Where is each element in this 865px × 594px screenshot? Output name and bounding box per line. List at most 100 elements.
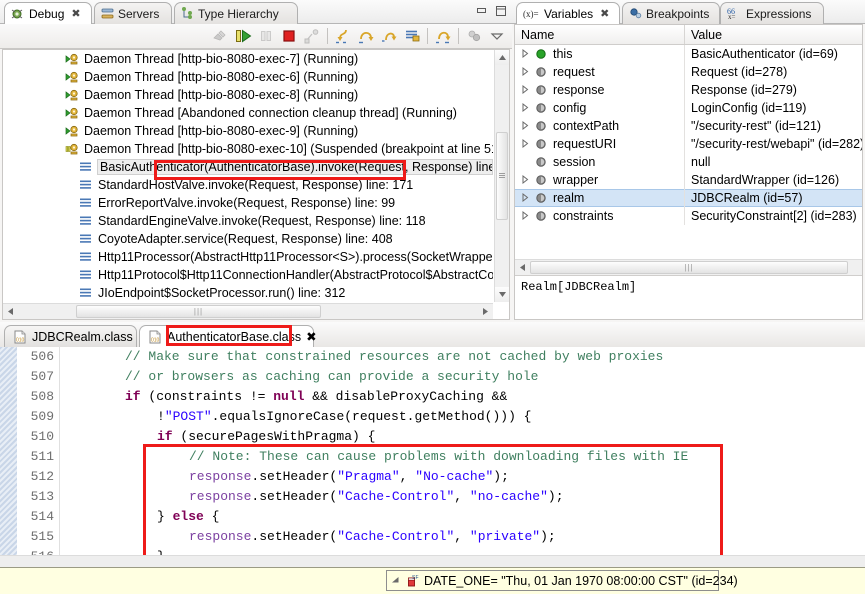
code-line[interactable]: // Make sure that constrained resources …: [61, 347, 865, 367]
scroll-right-icon[interactable]: [478, 304, 493, 319]
code-line[interactable]: response.setHeader("Cache-Control", "pri…: [61, 527, 865, 547]
scroll-down-icon[interactable]: [495, 287, 509, 302]
debug-tree[interactable]: Daemon Thread [http-bio-8080-exec-7] (Ru…: [2, 49, 510, 320]
stackframe-icon: [79, 269, 93, 281]
code-line[interactable]: // or browsers as caching can provide a …: [61, 367, 865, 387]
debug-tree-row[interactable]: CoyoteAdapter.service(Request, Response)…: [3, 230, 493, 248]
variables-row-name: this: [553, 47, 573, 61]
debug-tree-row[interactable]: JIoEndpoint$SocketProcessor.run() line: …: [3, 284, 493, 302]
debug-tree-row[interactable]: Http11Processor(AbstractHttp11Processor<…: [3, 248, 493, 266]
scroll-left-icon[interactable]: [3, 304, 18, 319]
debug-tree-row[interactable]: Daemon Thread [Abandoned connection clea…: [3, 104, 493, 122]
debug-tree-row[interactable]: StandardEngineValve.invoke(Request, Resp…: [3, 212, 493, 230]
expand-triangle-icon[interactable]: [521, 210, 532, 222]
close-icon[interactable]: ✖: [71, 7, 80, 20]
expand-triangle-icon[interactable]: [521, 48, 532, 60]
code-token-cm: // Note: These can cause problems with d…: [189, 449, 689, 464]
editor-tab-authenticatorbase[interactable]: 010 AuthenticatorBase.class ✖: [139, 325, 317, 347]
variables-icon: (x)=: [523, 8, 540, 20]
disconnect-button[interactable]: [209, 26, 231, 47]
toolbar-separator-2: [427, 28, 428, 44]
code-token-pl: .setHeader(: [251, 489, 338, 504]
step-into-button[interactable]: [332, 26, 354, 47]
expand-triangle-icon[interactable]: [521, 192, 532, 204]
minimize-button[interactable]: [474, 4, 489, 18]
column-header-value[interactable]: Value: [685, 25, 862, 44]
thread-running-icon: [65, 70, 79, 84]
tab-type-hierarchy-label: Type Hierarchy: [198, 6, 279, 21]
code-line[interactable]: response.setHeader("Pragma", "No-cache")…: [61, 467, 865, 487]
step-over-button[interactable]: [355, 26, 377, 47]
code-line[interactable]: if (securePagesWithPragma) {: [61, 427, 865, 447]
code-line[interactable]: if (constraints != null && disableProxyC…: [61, 387, 865, 407]
expand-triangle-icon[interactable]: [521, 84, 532, 96]
scroll-up-icon[interactable]: [495, 50, 509, 65]
this-icon: [535, 48, 547, 60]
expand-triangle-icon[interactable]: [521, 66, 532, 78]
thread-running-icon: [65, 106, 79, 120]
variables-row[interactable]: contextPath "/security-rest" (id=121): [515, 117, 862, 135]
code-line[interactable]: !"POST".equalsIgnoreCase(request.getMeth…: [61, 407, 865, 427]
tab-debug[interactable]: Debug ✖: [4, 2, 92, 24]
debug-tree-row[interactable]: Daemon Thread [http-bio-8080-exec-9] (Ru…: [3, 122, 493, 140]
scroll-left-icon[interactable]: [515, 260, 530, 275]
debug-tree-row[interactable]: ErrorReportValve.invoke(Request, Respons…: [3, 194, 493, 212]
expand-triangle-icon[interactable]: [521, 120, 532, 132]
debug-tree-row[interactable]: Daemon Thread [http-bio-8080-exec-10] (S…: [3, 140, 493, 158]
variables-row[interactable]: wrapper StandardWrapper (id=126): [515, 171, 862, 189]
view-menu-extra-icon[interactable]: [463, 26, 485, 47]
editor-tab-jdbcrealm[interactable]: 010 JDBCRealm.class: [4, 325, 137, 347]
code-line[interactable]: response.setHeader("Cache-Control", "no-…: [61, 487, 865, 507]
step-return-button[interactable]: [378, 26, 400, 47]
code-token-pl: ,: [454, 489, 470, 504]
debug-tree-row-label: ErrorReportValve.invoke(Request, Respons…: [98, 196, 396, 210]
debug-tree-row[interactable]: Http11Protocol$Http11ConnectionHandler(A…: [3, 266, 493, 284]
variables-row[interactable]: request Request (id=278): [515, 63, 862, 81]
variables-row-name: config: [553, 101, 587, 115]
variables-row[interactable]: constraints SecurityConstraint[2] (id=283…: [515, 207, 862, 225]
variables-row[interactable]: requestURI "/security-rest/webapi" (id=28…: [515, 135, 862, 153]
debug-tree-hscroll-thumb[interactable]: |||: [76, 304, 321, 318]
tab-breakpoints[interactable]: Breakpoints: [622, 2, 720, 24]
debug-tree-hscroll-track[interactable]: |||: [18, 304, 478, 319]
variables-detail-pane[interactable]: Realm[JDBCRealm]: [515, 275, 862, 319]
debug-tree-row-selected[interactable]: BasicAuthenticator(AuthenticatorBase).in…: [3, 158, 493, 176]
debug-tree-row[interactable]: StandardHostValve.invoke(Request, Respon…: [3, 176, 493, 194]
terminate-button[interactable]: [278, 26, 300, 47]
debug-tree-row[interactable]: Daemon Thread [http-bio-8080-exec-8] (Ru…: [3, 86, 493, 104]
debug-tree-vscrollbar[interactable]: [494, 50, 509, 302]
variables-hscroll-thumb[interactable]: |||: [530, 260, 848, 274]
tab-servers[interactable]: Servers: [94, 2, 172, 24]
view-menu-button[interactable]: [486, 26, 508, 47]
code-line[interactable]: } else {: [61, 507, 865, 527]
close-icon[interactable]: ✖: [600, 7, 609, 20]
variables-hscroll-track[interactable]: |||: [530, 260, 862, 275]
code-token-st: "Pragma": [337, 469, 400, 484]
collapse-triangle-icon[interactable]: [391, 576, 400, 585]
tab-variables[interactable]: (x)= Variables ✖: [516, 2, 620, 24]
expand-triangle-icon[interactable]: [521, 174, 532, 186]
debug-tree-row[interactable]: Daemon Thread [http-bio-8080-exec-6] (Ru…: [3, 68, 493, 86]
expand-triangle-icon[interactable]: [521, 102, 532, 114]
variables-row[interactable]: this BasicAuthenticator (id=69): [515, 45, 862, 63]
close-icon[interactable]: ✖: [306, 329, 316, 344]
tooltip-text: DATE_ONE= "Thu, 01 Jan 1970 08:00:00 CST…: [424, 573, 738, 588]
variables-row-selected[interactable]: realm JDBCRealm (id=57): [515, 189, 862, 207]
drop-to-frame-button[interactable]: [401, 26, 423, 47]
use-step-filters-button[interactable]: [432, 26, 454, 47]
expand-triangle-icon[interactable]: [521, 138, 532, 150]
tab-type-hierarchy[interactable]: Type Hierarchy: [174, 2, 298, 24]
variables-row[interactable]: response Response (id=279): [515, 81, 862, 99]
column-header-name[interactable]: Name: [515, 25, 685, 44]
debug-tree-vscroll-thumb[interactable]: [496, 132, 508, 220]
code-line[interactable]: // Note: These can cause problems with d…: [61, 447, 865, 467]
debug-tree-hscrollbar[interactable]: |||: [3, 303, 493, 319]
variables-row[interactable]: session null: [515, 153, 862, 171]
maximize-button[interactable]: [493, 4, 508, 18]
debug-tree-row[interactable]: Daemon Thread [http-bio-8080-exec-7] (Ru…: [3, 50, 493, 68]
variables-table[interactable]: Name Value this BasicAuthenticator (id=69…: [514, 24, 863, 320]
resume-button[interactable]: [232, 26, 254, 47]
tab-expressions[interactable]: 66 x= Expressions: [720, 2, 824, 24]
variables-hscrollbar[interactable]: |||: [515, 259, 862, 275]
variables-row[interactable]: config LoginConfig (id=119): [515, 99, 862, 117]
